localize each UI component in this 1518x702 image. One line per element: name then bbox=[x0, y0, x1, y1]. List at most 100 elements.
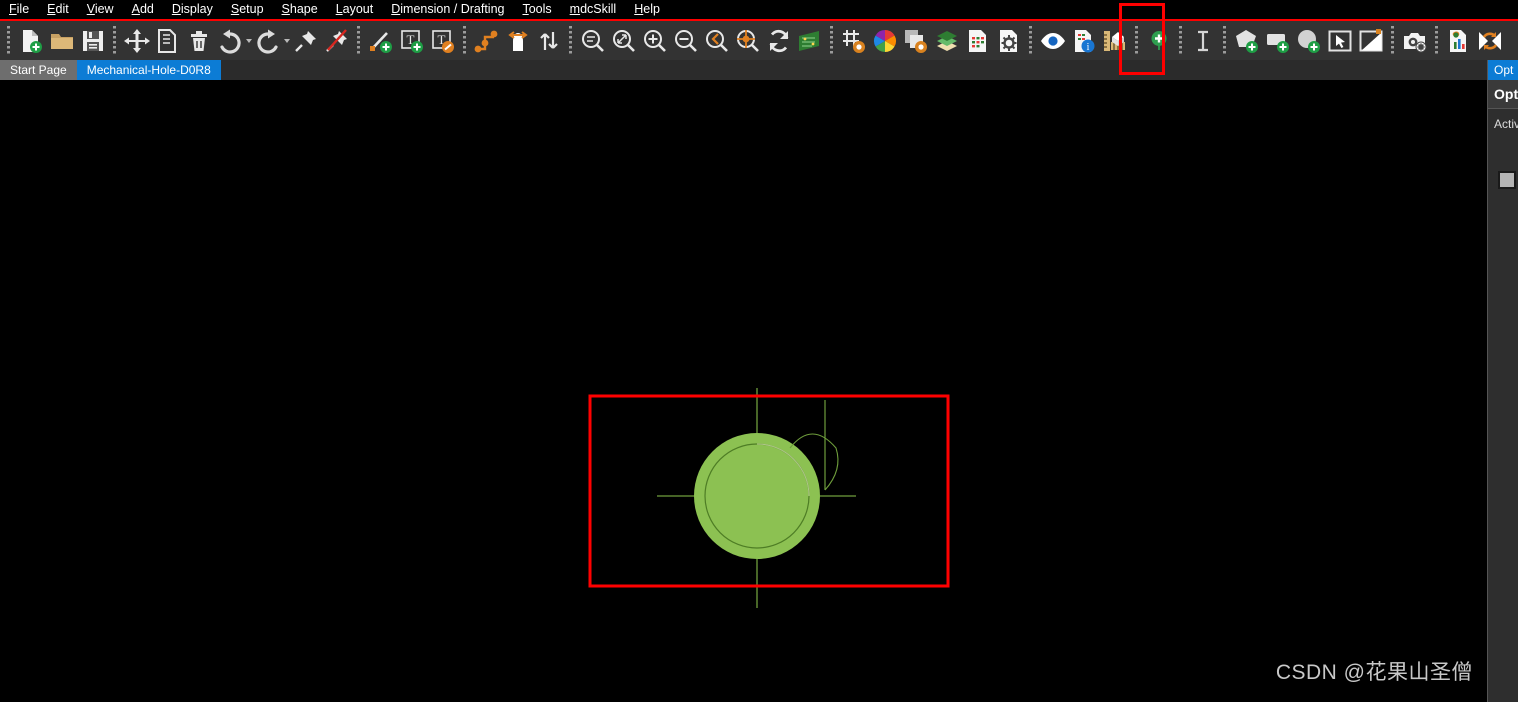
toolbar-separator bbox=[7, 25, 10, 56]
toolbar-separator bbox=[1391, 25, 1394, 56]
menu-item-file-label: ile bbox=[16, 2, 30, 16]
document-tab-bar: Start Page Mechanical-Hole-D0R8 bbox=[0, 60, 1518, 80]
menu-item-edit[interactable]: Edit bbox=[38, 0, 78, 19]
menu-bar: File Edit View Add Display Setup Shape L… bbox=[0, 0, 1518, 19]
add-circle-icon[interactable] bbox=[1293, 25, 1324, 56]
menu-item-display[interactable]: Display bbox=[163, 0, 222, 19]
tab-mechanical-hole[interactable]: Mechanical-Hole-D0R8 bbox=[76, 60, 221, 80]
menu-item-add-label: dd bbox=[139, 2, 154, 16]
menu-item-setup-label: etup bbox=[239, 2, 264, 16]
slide-hand-icon[interactable] bbox=[502, 25, 533, 56]
edit-text-icon[interactable]: T bbox=[427, 25, 458, 56]
save-disk-icon[interactable] bbox=[77, 25, 108, 56]
add-line-icon[interactable] bbox=[365, 25, 396, 56]
zoom-out-icon[interactable] bbox=[670, 25, 701, 56]
zoom-center-icon[interactable] bbox=[732, 25, 763, 56]
menu-item-dimension-drafting[interactable]: Dimension / Drafting bbox=[382, 0, 513, 19]
menu-item-help[interactable]: Help bbox=[625, 0, 669, 19]
toolbar-separator bbox=[830, 25, 833, 56]
options-panel-active-label: Active bbox=[1494, 117, 1518, 131]
route-path-icon[interactable] bbox=[471, 25, 502, 56]
report-chart-icon[interactable] bbox=[1443, 25, 1474, 56]
toolbar-separator bbox=[1179, 25, 1182, 56]
add-pin-marker-icon[interactable] bbox=[1143, 25, 1174, 56]
text-cursor-icon[interactable] bbox=[1187, 25, 1218, 56]
tab-start-page-label: Start Page bbox=[10, 63, 67, 77]
menu-item-shape-label: hape bbox=[289, 2, 318, 16]
tab-mechanical-hole-label: Mechanical-Hole-D0R8 bbox=[86, 63, 211, 77]
application-window: File Edit View Add Display Setup Shape L… bbox=[0, 0, 1518, 702]
add-text-icon[interactable]: T bbox=[396, 25, 427, 56]
pin-icon[interactable] bbox=[290, 25, 321, 56]
toolbar-separator bbox=[1435, 25, 1438, 56]
document-info-icon[interactable]: i bbox=[1068, 25, 1099, 56]
toolbar-separator bbox=[113, 25, 116, 56]
menu-item-tools[interactable]: Tools bbox=[513, 0, 560, 19]
options-panel-tab[interactable]: Opt bbox=[1488, 60, 1518, 80]
menu-item-mdcskill-label: dcSkill bbox=[580, 2, 617, 16]
spreadsheet-icon[interactable] bbox=[962, 25, 993, 56]
watermark: CSDN @花果山圣僧 bbox=[1275, 661, 1473, 684]
zoom-previous-icon[interactable] bbox=[701, 25, 732, 56]
select-cursor-icon[interactable] bbox=[1324, 25, 1355, 56]
menu-item-layout-label: ayout bbox=[342, 2, 374, 16]
shape-split-icon[interactable] bbox=[1355, 25, 1386, 56]
menu-item-view-label: iew bbox=[94, 2, 114, 16]
color-swatch[interactable] bbox=[1498, 171, 1516, 189]
zoom-in-icon[interactable] bbox=[639, 25, 670, 56]
menu-item-edit-label: dit bbox=[55, 2, 69, 16]
board-icon[interactable] bbox=[794, 25, 825, 56]
menu-item-help-label: elp bbox=[643, 2, 660, 16]
open-folder-icon[interactable] bbox=[46, 25, 77, 56]
toolbar-separator bbox=[1223, 25, 1226, 56]
color-wheel-icon[interactable] bbox=[869, 25, 900, 56]
toolbar-separator bbox=[569, 25, 572, 56]
main-toolbar: T T i bbox=[0, 19, 1518, 60]
options-panel-tab-row: Opt bbox=[1488, 60, 1518, 80]
move-arrows-icon[interactable] bbox=[121, 25, 152, 56]
menu-item-dimension-drafting-label: imension / Drafting bbox=[400, 2, 505, 16]
undo-dropdown-caret-icon[interactable] bbox=[245, 25, 252, 56]
options-panel-title: Opt bbox=[1488, 80, 1518, 108]
unpin-icon[interactable] bbox=[321, 25, 352, 56]
new-document-icon[interactable] bbox=[15, 25, 46, 56]
toolbar-separator bbox=[463, 25, 466, 56]
add-polygon-icon[interactable] bbox=[1231, 25, 1262, 56]
toolbar-separator bbox=[357, 25, 360, 56]
design-canvas[interactable]: CSDN @花果山圣僧 bbox=[0, 80, 1487, 702]
layers-visibility-icon[interactable] bbox=[900, 25, 931, 56]
zoom-window-icon[interactable] bbox=[608, 25, 639, 56]
add-rectangle-icon[interactable] bbox=[1262, 25, 1293, 56]
redo-arrow-icon[interactable] bbox=[252, 25, 283, 56]
menu-item-layout[interactable]: Layout bbox=[327, 0, 383, 19]
options-panel: Opt Opt Active bbox=[1487, 60, 1518, 702]
menu-item-view[interactable]: View bbox=[78, 0, 123, 19]
toolbar-separator bbox=[1135, 25, 1138, 56]
eye-icon[interactable] bbox=[1037, 25, 1068, 56]
camera-settings-icon[interactable] bbox=[1399, 25, 1430, 56]
menu-item-add[interactable]: Add bbox=[123, 0, 163, 19]
convert-sync-icon[interactable] bbox=[1474, 25, 1505, 56]
pad-circle bbox=[694, 433, 820, 559]
swap-arrows-icon[interactable] bbox=[533, 25, 564, 56]
menu-item-shape[interactable]: Shape bbox=[273, 0, 327, 19]
settings-document-icon[interactable] bbox=[993, 25, 1024, 56]
menu-item-mdcskill[interactable]: mdcSkill bbox=[561, 0, 626, 19]
redo-dropdown-caret-icon[interactable] bbox=[283, 25, 290, 56]
menu-item-setup[interactable]: Setup bbox=[222, 0, 273, 19]
measure-ruler-icon[interactable] bbox=[1099, 25, 1130, 56]
undo-arrow-icon[interactable] bbox=[214, 25, 245, 56]
svg-text:i: i bbox=[1086, 42, 1089, 53]
refresh-icon[interactable] bbox=[763, 25, 794, 56]
canvas-drawing bbox=[588, 388, 950, 608]
toolbar-separator bbox=[1029, 25, 1032, 56]
layer-stack-icon[interactable] bbox=[931, 25, 962, 56]
menu-item-display-label: isplay bbox=[180, 2, 213, 16]
menu-item-file[interactable]: File bbox=[0, 0, 38, 19]
delete-trash-icon[interactable] bbox=[183, 25, 214, 56]
grid-settings-icon[interactable] bbox=[838, 25, 869, 56]
copy-pages-icon[interactable] bbox=[152, 25, 183, 56]
zoom-fit-icon[interactable] bbox=[577, 25, 608, 56]
tab-start-page[interactable]: Start Page bbox=[0, 60, 77, 80]
menu-item-tools-label: ools bbox=[528, 2, 552, 16]
